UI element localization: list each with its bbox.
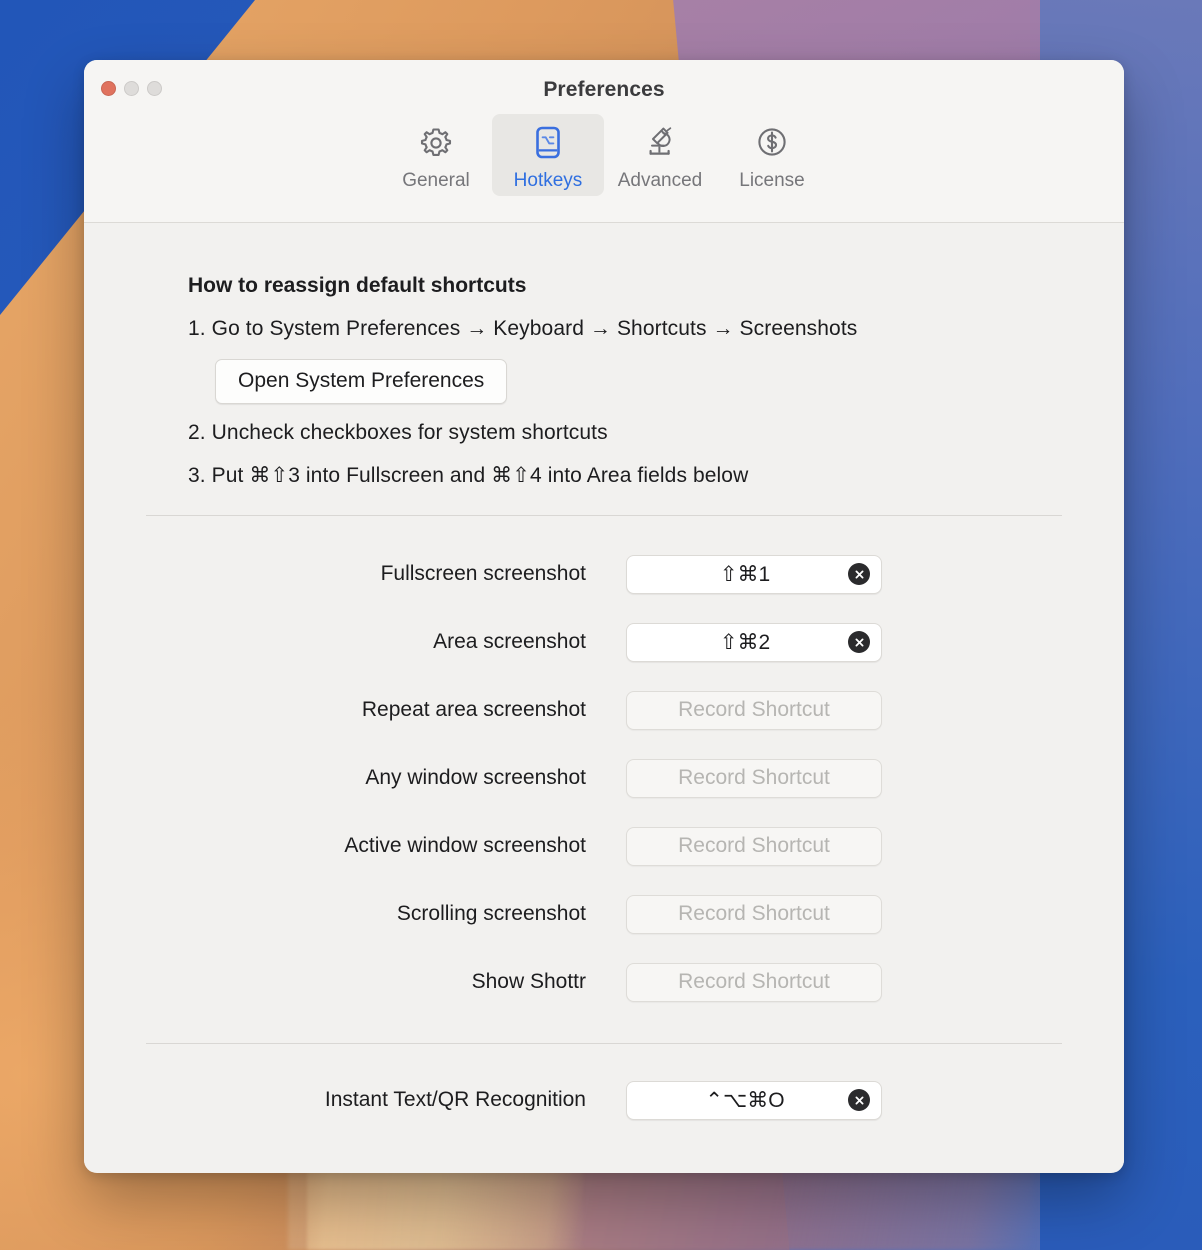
desktop-wallpaper: Preferences General Hotkeys Advanced Lic… [0,0,1202,1250]
shortcut-value: ⇧⌘2 [719,630,771,654]
tab-advanced-label: Advanced [617,170,703,191]
microscope-icon [638,121,682,165]
shortcut-field[interactable]: Record Shortcut [626,962,882,1002]
clear-shortcut-icon[interactable] [848,563,870,585]
shortcut-value: ⌃⌥⌘O [705,1088,785,1112]
shortcut-row: Any window screenshot Record Shortcut [84,744,1124,812]
shortcut-label: Fullscreen screenshot [380,562,586,585]
shortcut-label: Show Shottr [471,970,586,993]
shortcut-field[interactable]: ⇧⌘2 [626,622,882,662]
shortcut-placeholder: Record Shortcut [678,970,830,993]
howto-heading: How to reassign default shortcuts [188,274,527,297]
shortcut-label: Any window screenshot [365,766,586,789]
shortcut-row: Show Shottr Record Shortcut [84,948,1124,1016]
tab-license-label: License [739,170,805,191]
shortcut-row: Scrolling screenshot Record Shortcut [84,880,1124,948]
tab-general-label: General [402,170,470,191]
shortcut-label: Instant Text/QR Recognition [324,1088,586,1111]
window-titlebar: Preferences General Hotkeys Advanced Lic… [84,60,1124,223]
tab-license[interactable]: License [716,114,828,196]
hotkeys-pane: How to reassign default shortcuts 1. Go … [84,223,1124,1172]
shortcut-row: Fullscreen screenshot ⇧⌘1 [84,540,1124,608]
howto-section: How to reassign default shortcuts 1. Go … [84,223,1124,341]
shortcut-row: Repeat area screenshot Record Shortcut [84,676,1124,744]
shortcut-field[interactable]: Record Shortcut [626,758,882,798]
dollar-circle-icon [750,121,794,165]
shortcut-row: Area screenshot ⇧⌘2 [84,608,1124,676]
clear-shortcut-icon[interactable] [848,1089,870,1111]
shortcut-label: Area screenshot [433,630,586,653]
tab-advanced[interactable]: Advanced [604,114,716,196]
shortcut-placeholder: Record Shortcut [678,902,830,925]
shortcut-row: Active window screenshot Record Shortcut [84,812,1124,880]
shortcut-field[interactable]: ⌃⌥⌘O [626,1080,882,1120]
shortcut-field[interactable]: Record Shortcut [626,690,882,730]
shortcut-value: ⇧⌘1 [719,562,771,586]
clear-shortcut-icon[interactable] [848,631,870,653]
window-title: Preferences [543,78,665,101]
shortcut-label: Repeat area screenshot [361,698,586,721]
gear-icon [414,121,458,165]
preferences-toolbar: General Hotkeys Advanced License [84,114,1124,196]
shortcut-field[interactable]: ⇧⌘1 [626,554,882,594]
open-system-preferences-row: Open System Preferences [84,359,1124,421]
open-system-preferences-button[interactable]: Open System Preferences [215,359,508,404]
howto-step-1: 1. Go to System Preferences → Keyboard →… [188,317,858,340]
howto-step-3: 3. Put ⌘⇧3 into Fullscreen and ⌘⇧4 into … [188,464,749,487]
tab-general[interactable]: General [380,114,492,196]
recognition-rows: Instant Text/QR Recognition ⌃⌥⌘O [84,1044,1124,1134]
shortcut-field[interactable]: Record Shortcut [626,826,882,866]
shortcut-rows: Fullscreen screenshot ⇧⌘1 Area screensho… [84,516,1124,1016]
shortcut-placeholder: Record Shortcut [678,698,830,721]
shortcut-placeholder: Record Shortcut [678,766,830,789]
tab-hotkeys[interactable]: Hotkeys [492,114,604,196]
shortcut-label: Scrolling screenshot [396,902,586,925]
preferences-window: Preferences General Hotkeys Advanced Lic… [84,60,1124,1173]
shortcut-label: Active window screenshot [344,834,586,857]
shortcut-placeholder: Record Shortcut [678,834,830,857]
howto-section-continued: 2. Uncheck checkboxes for system shortcu… [84,421,1124,488]
shortcut-row: Instant Text/QR Recognition ⌃⌥⌘O [84,1066,1124,1134]
tab-hotkeys-label: Hotkeys [513,170,583,191]
keyboard-key-icon [526,121,570,165]
shortcut-field[interactable]: Record Shortcut [626,894,882,934]
howto-step-2: 2. Uncheck checkboxes for system shortcu… [188,421,608,444]
